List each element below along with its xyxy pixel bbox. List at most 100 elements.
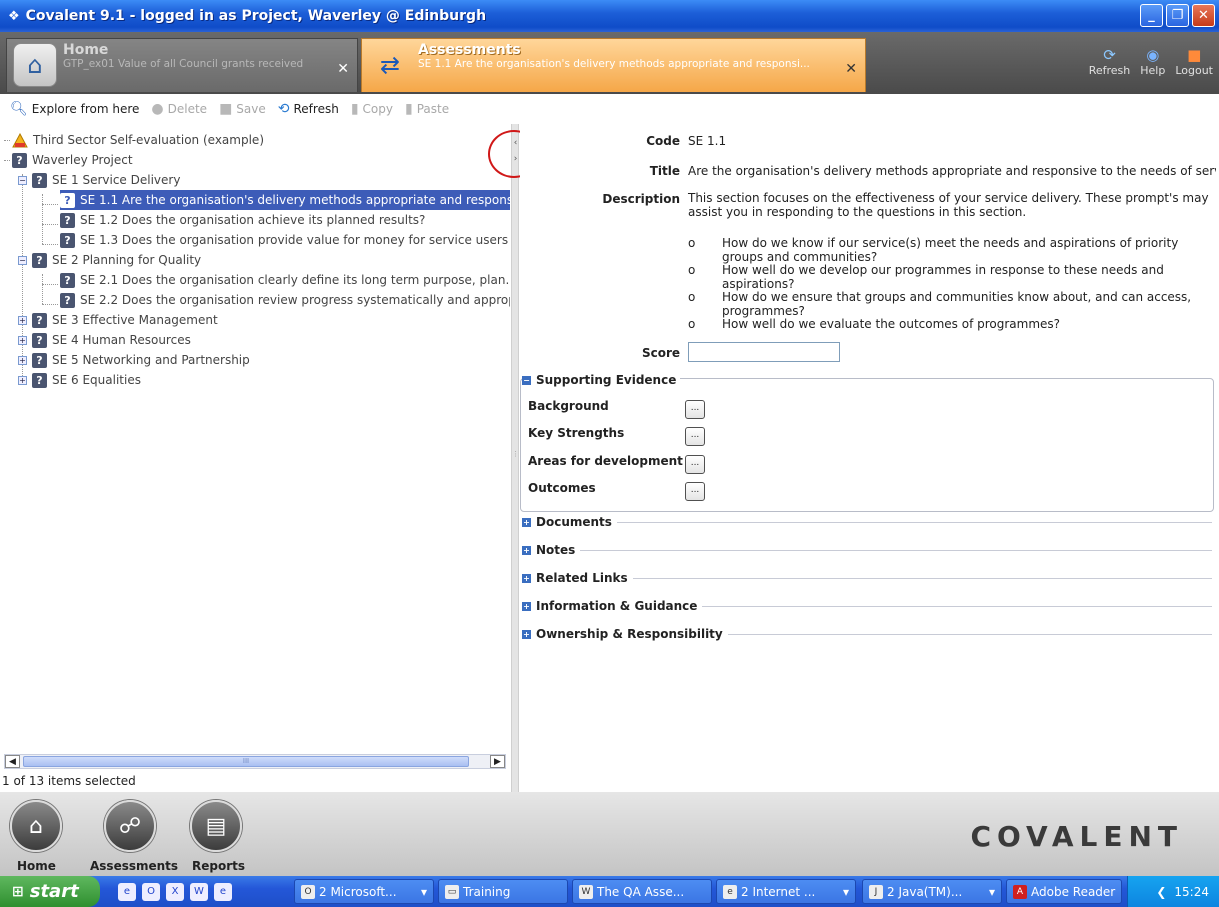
- tree-node-se2[interactable]: ? SE 2 Planning for Quality: [32, 250, 201, 270]
- nav-assessments-button[interactable]: ☍: [104, 800, 156, 852]
- section-notes[interactable]: + Notes: [522, 543, 1212, 557]
- question-icon: ?: [60, 292, 75, 308]
- refresh-button[interactable]: ⟲ Refresh: [278, 101, 339, 117]
- nav-assessments-label[interactable]: Assessments: [90, 859, 178, 873]
- evidence-label-background: Background: [528, 399, 609, 413]
- tray-arrow-icon[interactable]: ❮: [1156, 885, 1166, 899]
- app-icon: ❖: [8, 8, 20, 24]
- collapse-se1-icon[interactable]: −: [18, 176, 27, 185]
- nav-home-label[interactable]: Home: [17, 859, 56, 873]
- tree-node-se2-1[interactable]: ? SE 2.1 Does the organisation clearly d…: [60, 270, 510, 290]
- tree-node-se2-2[interactable]: ? SE 2.2 Does the organisation review pr…: [60, 290, 510, 310]
- word-quicklaunch-icon[interactable]: W: [190, 882, 208, 901]
- expand-se4-icon[interactable]: +: [18, 336, 27, 345]
- section-related-links[interactable]: + Related Links: [522, 571, 1212, 585]
- refresh-top-button[interactable]: ⟳ Refresh: [1089, 46, 1131, 77]
- question-icon: ?: [60, 192, 75, 208]
- expand-se6-icon[interactable]: +: [18, 376, 27, 385]
- splitter-grip-icon[interactable]: ⋮: [512, 450, 519, 458]
- tab-home-close-icon[interactable]: ✕: [337, 61, 349, 77]
- areas-for-development-edit-button[interactable]: ...: [685, 455, 705, 474]
- scroll-right-icon[interactable]: ▶: [490, 755, 505, 768]
- delete-button[interactable]: ● Delete: [151, 101, 207, 117]
- tree-node-se4[interactable]: ? SE 4 Human Resources: [32, 330, 191, 350]
- evidence-label-outcomes: Outcomes: [528, 481, 596, 495]
- expand-se5-icon[interactable]: +: [18, 356, 27, 365]
- browser-quicklaunch-icon[interactable]: e: [214, 882, 232, 901]
- logout-button[interactable]: ■ Logout: [1175, 46, 1213, 77]
- question-icon: ?: [60, 212, 75, 228]
- score-input[interactable]: [688, 342, 840, 362]
- pane-splitter[interactable]: ‹ › ⋮: [511, 124, 519, 792]
- paste-button[interactable]: ▮ Paste: [405, 101, 449, 117]
- ie-quicklaunch-icon[interactable]: e: [118, 882, 136, 901]
- toolbar: 🔍︎ Explore from here ● Delete ■ Save ⟲ R…: [0, 94, 1219, 124]
- tree-node-project[interactable]: ? Waverley Project: [12, 150, 133, 170]
- explore-label: Explore from here: [31, 102, 140, 116]
- description-bullet: How do we ensure that groups and communi…: [722, 290, 1192, 318]
- supporting-evidence-panel: Background ... Key Strengths ... Areas f…: [520, 378, 1214, 512]
- start-button[interactable]: ⊞ start: [0, 876, 100, 907]
- selection-status: 1 of 13 items selected: [2, 774, 136, 788]
- copy-button[interactable]: ▮ Copy: [351, 101, 393, 117]
- score-label: Score: [641, 346, 680, 360]
- section-ownership-responsibility[interactable]: + Ownership & Responsibility: [522, 627, 1212, 641]
- adobe-task-icon: A: [1013, 884, 1027, 899]
- delete-icon: ●: [151, 101, 164, 117]
- background-edit-button[interactable]: ...: [685, 400, 705, 419]
- save-icon: ■: [219, 101, 233, 117]
- tree-node-se1-2[interactable]: ? SE 1.2 Does the organisation achieve i…: [60, 210, 425, 230]
- explore-from-here-button[interactable]: 🔍︎ Explore from here: [10, 101, 139, 117]
- tree-node-root[interactable]: Third Sector Self-evaluation (example): [12, 130, 264, 150]
- expand-section-icon: +: [522, 601, 531, 611]
- description-bullet: How well do we develop our programmes in…: [722, 263, 1164, 291]
- tree-node-se6[interactable]: ? SE 6 Equalities: [32, 370, 141, 390]
- nav-home-button[interactable]: ⌂: [10, 800, 62, 852]
- minimize-button[interactable]: _: [1140, 4, 1163, 27]
- task-qa-assessment[interactable]: W The QA Asse...: [572, 879, 712, 904]
- outcomes-edit-button[interactable]: ...: [685, 482, 705, 501]
- excel-quicklaunch-icon[interactable]: X: [166, 882, 184, 901]
- section-information-guidance[interactable]: + Information & Guidance: [522, 599, 1212, 613]
- outlook-quicklaunch-icon[interactable]: O: [142, 882, 160, 901]
- help-button[interactable]: ◉ Help: [1140, 46, 1165, 77]
- question-icon: ?: [60, 232, 75, 248]
- key-strengths-edit-button[interactable]: ...: [685, 427, 705, 446]
- copy-icon: ▮: [350, 101, 359, 117]
- tree-node-se5[interactable]: ? SE 5 Networking and Partnership: [32, 350, 250, 370]
- description-intro: This section focuses on the effectivenes…: [688, 191, 1209, 219]
- home-icon: ⌂: [13, 43, 57, 87]
- maximize-button[interactable]: ❐: [1166, 4, 1189, 27]
- task-java[interactable]: J 2 Java(TM)... ▾: [862, 879, 1002, 904]
- tree-node-se1-3[interactable]: ? SE 1.3 Does the organisation provide v…: [60, 230, 510, 250]
- logout-label: Logout: [1175, 64, 1213, 77]
- nav-reports-button[interactable]: ▤: [190, 800, 242, 852]
- task-internet[interactable]: e 2 Internet ... ▾: [716, 879, 856, 904]
- close-button[interactable]: ✕: [1192, 4, 1215, 27]
- quick-launch: e O X W e: [118, 882, 232, 901]
- tab-assessments-subtitle: SE 1.1 Are the organisation's delivery m…: [418, 58, 810, 70]
- scroll-left-icon[interactable]: ◀: [5, 755, 20, 768]
- tab-assessments-close-icon[interactable]: ✕: [845, 61, 857, 77]
- collapse-se2-icon[interactable]: −: [18, 256, 27, 265]
- task-adobe-reader[interactable]: A Adobe Reader: [1006, 879, 1122, 904]
- expand-section-icon: +: [522, 573, 531, 583]
- section-documents[interactable]: + Documents: [522, 515, 1212, 529]
- scroll-thumb[interactable]: III: [23, 756, 469, 767]
- task-microsoft[interactable]: O 2 Microsoft... ▾: [294, 879, 434, 904]
- tab-home[interactable]: ⌂ Home GTP_ex01 Value of all Council gra…: [6, 38, 358, 92]
- expand-se3-icon[interactable]: +: [18, 316, 27, 325]
- tree-node-se3[interactable]: ? SE 3 Effective Management: [32, 310, 218, 330]
- nav-reports-label[interactable]: Reports: [192, 859, 245, 873]
- section-supporting-evidence[interactable]: − Supporting Evidence: [522, 373, 681, 387]
- save-button[interactable]: ■ Save: [219, 101, 266, 117]
- code-label: Code: [646, 134, 680, 148]
- refresh-label: Refresh: [293, 102, 339, 116]
- tab-assessments[interactable]: ⇄ Assessments SE 1.1 Are the organisatio…: [361, 38, 866, 92]
- assessments-nav-icon: ☍: [118, 813, 142, 839]
- delete-label: Delete: [167, 102, 208, 116]
- tree-node-se1-1[interactable]: ? SE 1.1 Are the organisation's delivery…: [60, 190, 510, 210]
- tree-horizontal-scrollbar[interactable]: ◀ III ▶: [4, 754, 506, 769]
- task-training[interactable]: ▭ Training: [438, 879, 568, 904]
- tree-node-se1[interactable]: ? SE 1 Service Delivery: [32, 170, 180, 190]
